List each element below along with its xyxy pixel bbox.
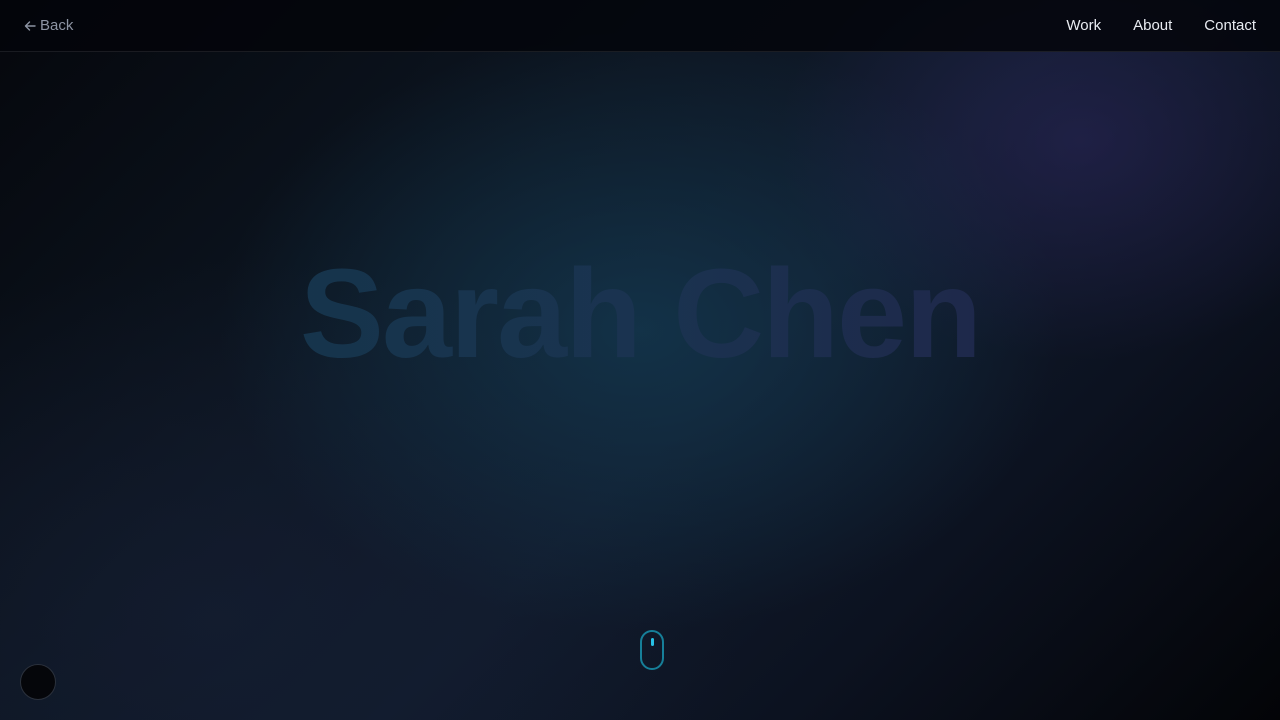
back-link[interactable]: Back [24,16,73,36]
landing-page: Back Work About Contact Sarah Chen [0,0,1280,720]
back-label: Back [40,17,74,34]
nav-item-work[interactable]: Work [1066,16,1101,36]
main-nav: Work About Contact [1066,16,1256,36]
scroll-wheel-dot [651,638,654,646]
top-navigation-bar: Back Work About Contact [0,0,1280,52]
hero-name-heading: Sarah Chen [0,246,1280,382]
arrow-left-icon [24,20,36,32]
nav-item-contact[interactable]: Contact [1204,16,1256,36]
corner-circle-button[interactable] [20,664,56,700]
nav-item-about[interactable]: About [1133,16,1172,36]
mouse-scroll-icon[interactable] [640,630,664,670]
